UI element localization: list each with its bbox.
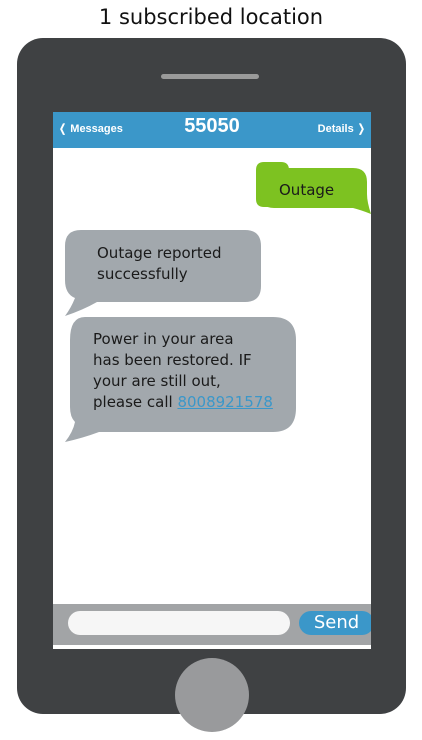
message-line: successfully [97,265,188,283]
phone-number-link[interactable]: 8008921578 [177,393,272,411]
speaker-grille [161,74,259,79]
messages-screen: ❬ Messages 55050 Details ❭ Outage Outage… [53,112,371,649]
message-line: Outage reported [97,244,222,262]
message-line: has been restored. IF [93,351,252,369]
message-input[interactable] [68,611,290,635]
message-line-last: please call 8008921578 [93,392,273,413]
phone-frame: ❬ Messages 55050 Details ❭ Outage Outage… [17,38,406,732]
compose-bar: Send [53,604,371,645]
home-button[interactable] [175,658,249,732]
outgoing-message-text: Outage [279,181,335,199]
page-caption: 1 subscribed location [98,5,324,29]
message-line: Power in your area [93,330,234,348]
message-line-prefix: please call [93,393,178,411]
incoming-message-2: Power in your area has been restored. IF… [93,329,273,413]
send-button[interactable]: Send [299,611,371,635]
message-line: your are still out, [93,372,221,390]
outgoing-message: Outage [279,180,334,201]
incoming-message-1: Outage reported successfully [97,243,221,285]
